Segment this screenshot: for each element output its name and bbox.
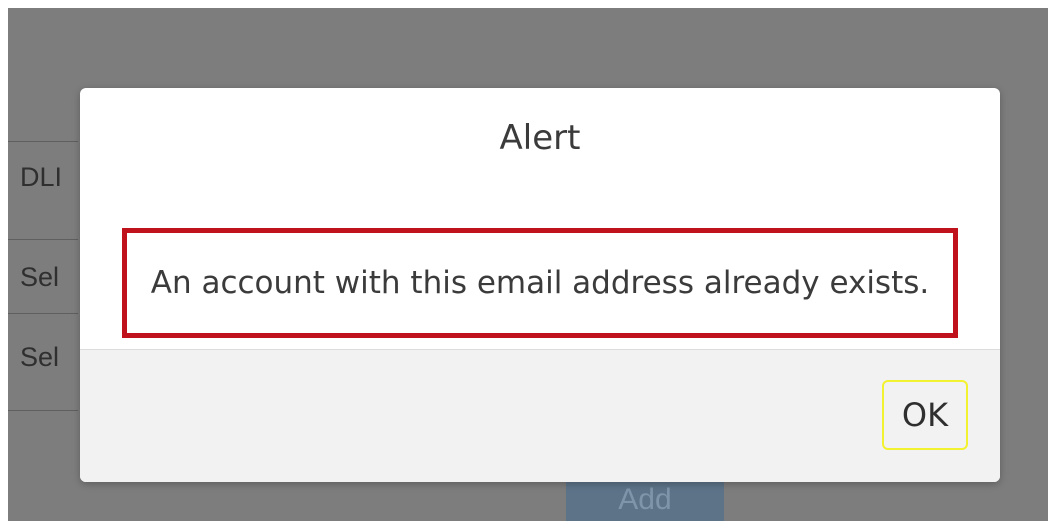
background-row-label: Sel — [20, 342, 60, 372]
alert-dialog: Alert An account with this email address… — [80, 88, 1000, 482]
dialog-title: Alert — [499, 118, 581, 158]
ok-button[interactable]: OK — [882, 380, 968, 450]
background-row-dli: DLI — [8, 141, 78, 216]
background-row-select-2: Sel — [8, 313, 78, 411]
background-row-label: DLI — [20, 162, 63, 192]
dialog-footer: OK — [80, 349, 1000, 482]
app-frame: DLI Sel Sel Add Alert An account with th… — [8, 8, 1048, 521]
background-row-label: Sel — [20, 262, 60, 292]
background-row-select-1: Sel — [8, 239, 78, 314]
dialog-message: An account with this email address alrea… — [122, 228, 958, 338]
